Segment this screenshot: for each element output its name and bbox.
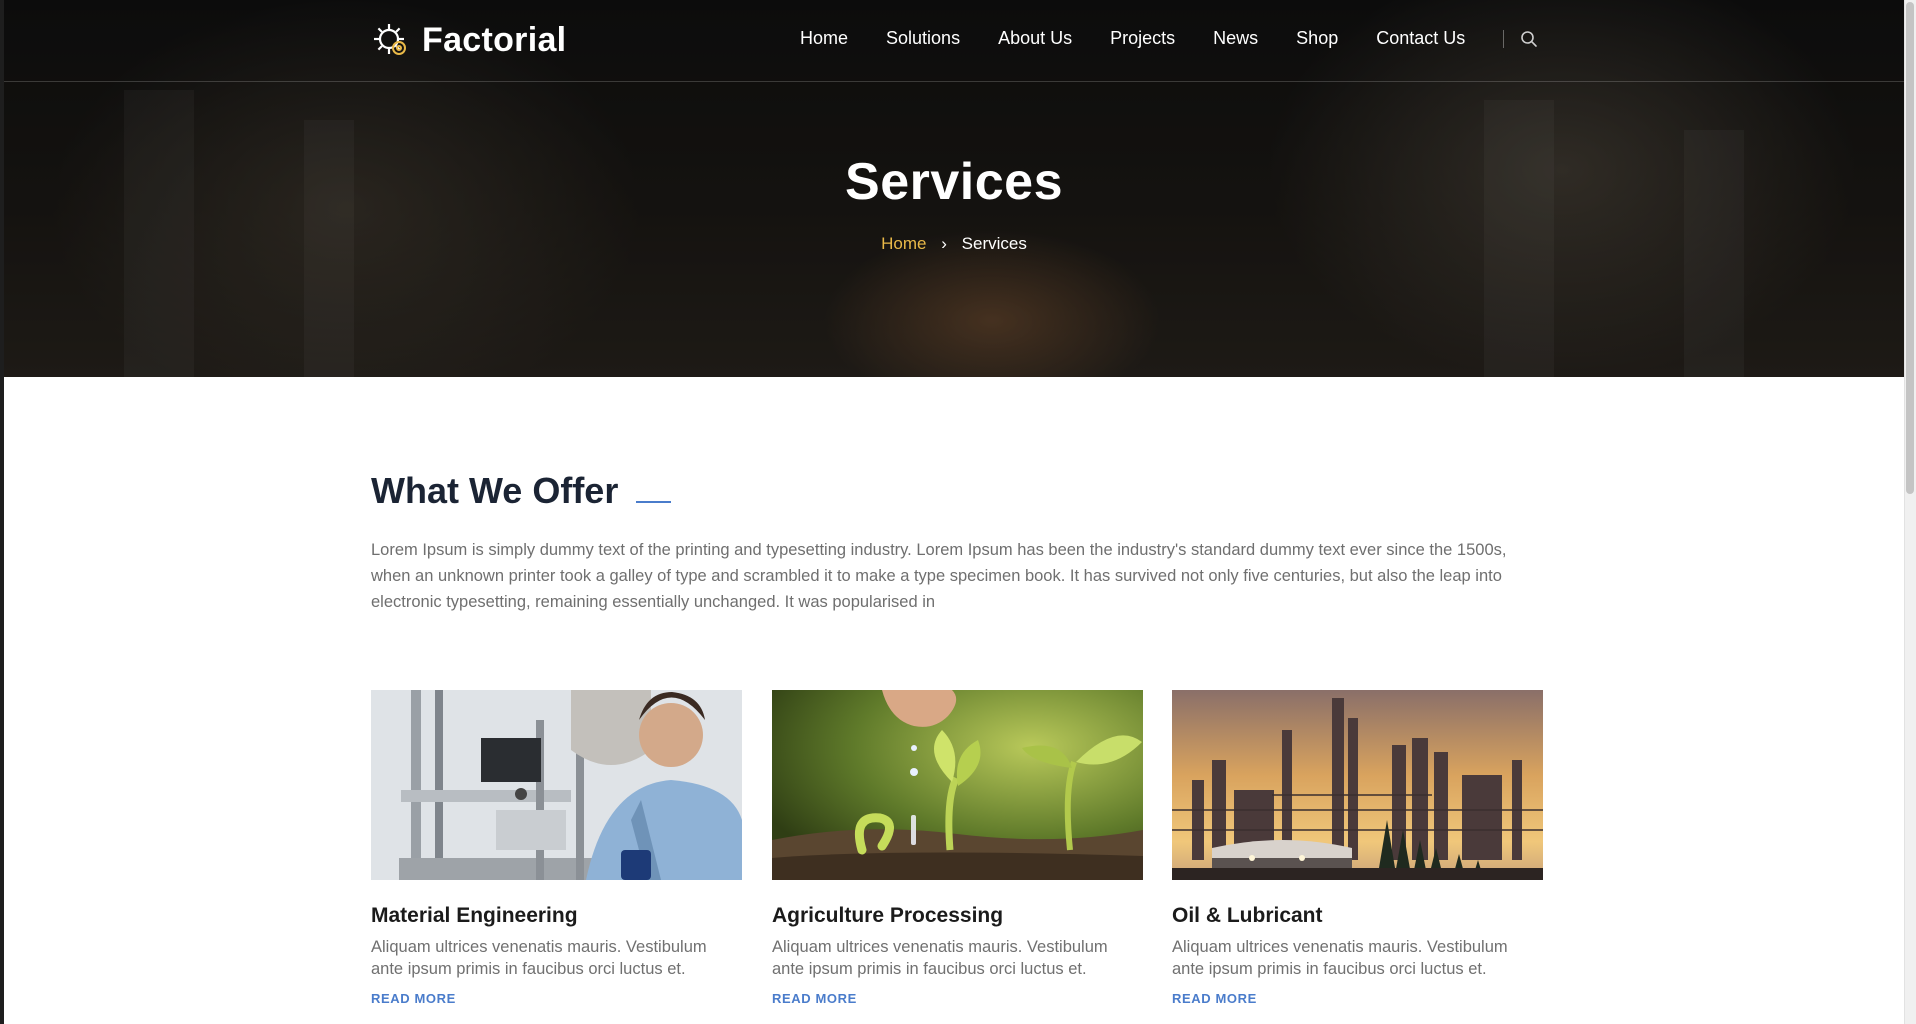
brand-name: Factorial xyxy=(422,20,567,59)
engineering-illustration xyxy=(371,690,742,880)
service-title: Oil & Lubricant xyxy=(1172,904,1323,927)
service-card-agriculture-processing: Agriculture Processing Aliquam ultrices … xyxy=(772,690,1143,1008)
main-nav: Home Solutions About Us Projects News Sh… xyxy=(800,28,1538,49)
read-more-link[interactable]: READ MORE xyxy=(772,991,857,1006)
breadcrumb: Home › Services xyxy=(4,234,1904,254)
service-title: Material Engineering xyxy=(371,904,578,927)
nav-item-home[interactable]: Home xyxy=(800,28,848,49)
title-underline xyxy=(636,501,671,503)
service-description: Aliquam ultrices venenatis mauris. Vesti… xyxy=(1172,938,1508,978)
service-card-material-engineering: Material Engineering Aliquam ultrices ve… xyxy=(371,690,742,1008)
nav-item-shop[interactable]: Shop xyxy=(1296,28,1338,49)
intro-paragraph: Lorem Ipsum is simply dummy text of the … xyxy=(371,541,1507,611)
brand-logo[interactable]: Factorial xyxy=(372,20,566,60)
scrollbar-track[interactable] xyxy=(1904,0,1916,1024)
agriculture-illustration xyxy=(772,690,1143,880)
breadcrumb-home-link[interactable]: Home xyxy=(881,234,926,253)
section-title: What We Offer xyxy=(371,470,619,511)
nav-item-contact-us[interactable]: Contact Us xyxy=(1376,28,1465,49)
service-image-refinery[interactable] xyxy=(1172,690,1543,880)
scrollbar-thumb[interactable] xyxy=(1906,2,1914,494)
nav-item-projects[interactable]: Projects xyxy=(1110,28,1175,49)
site-header: Factorial Home Solutions About Us Projec… xyxy=(4,0,1904,82)
search-icon[interactable] xyxy=(1520,30,1538,48)
service-card-oil-lubricant: Oil & Lubricant Aliquam ultrices venenat… xyxy=(1172,690,1543,1008)
breadcrumb-current: Services xyxy=(961,234,1027,253)
hero-banner: Factorial Home Solutions About Us Projec… xyxy=(4,0,1904,377)
nav-item-about-us[interactable]: About Us xyxy=(998,28,1072,49)
page-title: Services xyxy=(845,153,1063,211)
service-image-agriculture[interactable] xyxy=(772,690,1143,880)
gear-icon xyxy=(374,24,406,55)
service-title: Agriculture Processing xyxy=(772,904,1004,927)
service-description: Aliquam ultrices venenatis mauris. Vesti… xyxy=(772,938,1108,978)
nav-item-news[interactable]: News xyxy=(1213,28,1258,49)
service-description: Aliquam ultrices venenatis mauris. Vesti… xyxy=(371,938,707,978)
breadcrumb-separator: › xyxy=(941,234,947,253)
service-image-engineering[interactable] xyxy=(371,690,742,880)
nav-item-solutions[interactable]: Solutions xyxy=(886,28,960,49)
read-more-link[interactable]: READ MORE xyxy=(371,991,456,1006)
nav-divider xyxy=(1503,29,1505,48)
refinery-illustration xyxy=(1172,690,1543,880)
read-more-link[interactable]: READ MORE xyxy=(1172,991,1257,1006)
